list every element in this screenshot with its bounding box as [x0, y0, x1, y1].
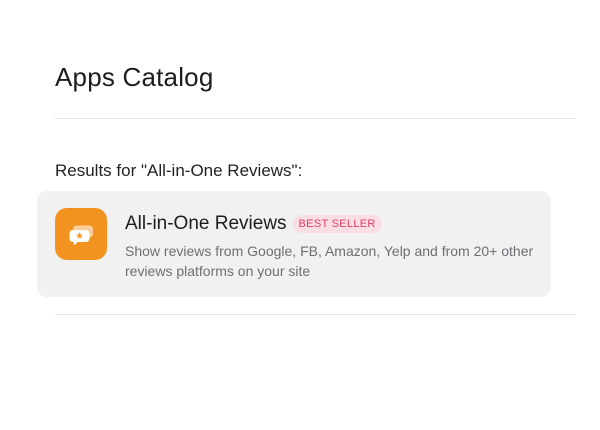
app-result-card[interactable]: All-in-One Reviews BEST SELLER Show revi… [37, 191, 551, 297]
header-divider [55, 118, 576, 119]
app-description: Show reviews from Google, FB, Amazon, Ye… [125, 243, 534, 279]
speech-bubble-star-icon [55, 208, 107, 260]
app-name-row: All-in-One Reviews BEST SELLER [125, 212, 382, 236]
page-title: Apps Catalog [55, 62, 214, 92]
app-name[interactable]: All-in-One Reviews [125, 212, 287, 236]
results-divider [55, 314, 576, 315]
search-results-label: Results for "All-in-One Reviews": [55, 161, 303, 180]
apps-catalog-page: Apps Catalog Results for "All-in-One Rev… [0, 0, 600, 430]
best-seller-badge: BEST SELLER [292, 215, 382, 233]
